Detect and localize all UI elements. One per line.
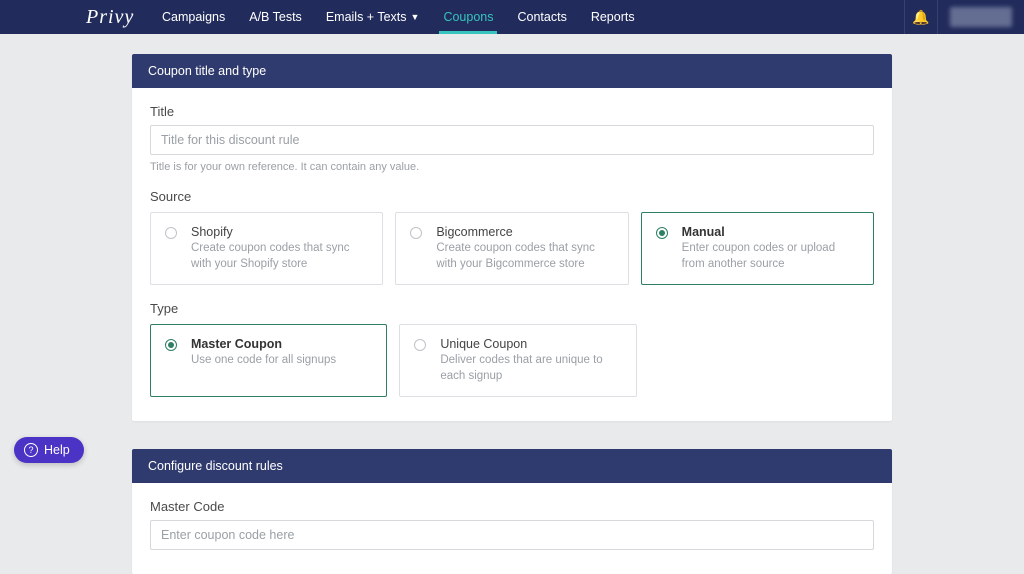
radio-icon <box>410 227 422 239</box>
help-label: Help <box>44 443 70 457</box>
option-title: Master Coupon <box>191 337 372 351</box>
nav-emails-texts-label: Emails + Texts <box>326 10 407 24</box>
title-label: Title <box>150 104 874 119</box>
nav-contacts[interactable]: Contacts <box>505 0 578 34</box>
nav-ab-tests[interactable]: A/B Tests <box>237 0 314 34</box>
radio-icon <box>414 339 426 351</box>
nav-campaigns[interactable]: Campaigns <box>150 0 237 34</box>
source-options: Shopify Create coupon codes that sync wi… <box>150 212 874 285</box>
coupon-title-type-panel: Coupon title and type Title Title is for… <box>132 54 892 421</box>
type-option-master[interactable]: Master Coupon Use one code for all signu… <box>150 324 387 397</box>
notifications-button[interactable]: 🔔 <box>904 0 938 34</box>
option-desc: Create coupon codes that sync with your … <box>436 241 613 272</box>
bell-icon: 🔔 <box>912 9 929 26</box>
panel-header: Coupon title and type <box>132 54 892 88</box>
top-navbar: Privy Campaigns A/B Tests Emails + Texts… <box>0 0 1024 34</box>
option-desc: Use one code for all signups <box>191 353 372 369</box>
radio-icon <box>165 339 177 351</box>
option-title: Shopify <box>191 225 368 239</box>
title-help-text: Title is for your own reference. It can … <box>150 161 874 173</box>
source-option-bigcommerce[interactable]: Bigcommerce Create coupon codes that syn… <box>395 212 628 285</box>
chevron-down-icon: ▼ <box>411 12 420 22</box>
source-option-shopify[interactable]: Shopify Create coupon codes that sync wi… <box>150 212 383 285</box>
brand-logo[interactable]: Privy <box>0 0 150 34</box>
configure-discount-rules-panel: Configure discount rules Master Code <box>132 449 892 574</box>
title-input[interactable] <box>150 125 874 155</box>
master-code-input[interactable] <box>150 520 874 550</box>
radio-icon <box>165 227 177 239</box>
help-button[interactable]: ? Help <box>14 437 84 463</box>
nav-emails-texts[interactable]: Emails + Texts ▼ <box>314 0 432 34</box>
panel-header: Configure discount rules <box>132 449 892 483</box>
page-content: Coupon title and type Title Title is for… <box>132 54 892 574</box>
main-nav: Campaigns A/B Tests Emails + Texts ▼ Cou… <box>150 0 647 34</box>
account-menu[interactable] <box>938 0 1024 34</box>
nav-coupons[interactable]: Coupons <box>431 0 505 34</box>
topbar-right: 🔔 <box>904 0 1024 34</box>
master-code-label: Master Code <box>150 499 874 514</box>
option-desc: Deliver codes that are unique to each si… <box>440 353 621 384</box>
type-label: Type <box>150 301 874 316</box>
radio-icon <box>656 227 668 239</box>
source-label: Source <box>150 189 874 204</box>
panel-body: Title Title is for your own reference. I… <box>132 88 892 421</box>
source-option-manual[interactable]: Manual Enter coupon codes or upload from… <box>641 212 874 285</box>
option-title: Unique Coupon <box>440 337 621 351</box>
type-option-unique[interactable]: Unique Coupon Deliver codes that are uni… <box>399 324 636 397</box>
help-icon: ? <box>24 443 38 457</box>
option-desc: Create coupon codes that sync with your … <box>191 241 368 272</box>
panel-body: Master Code <box>132 483 892 574</box>
account-name-redacted <box>950 7 1012 27</box>
option-title: Bigcommerce <box>436 225 613 239</box>
option-title: Manual <box>682 225 859 239</box>
option-desc: Enter coupon codes or upload from anothe… <box>682 241 859 272</box>
nav-reports[interactable]: Reports <box>579 0 647 34</box>
type-options: Master Coupon Use one code for all signu… <box>150 324 637 397</box>
